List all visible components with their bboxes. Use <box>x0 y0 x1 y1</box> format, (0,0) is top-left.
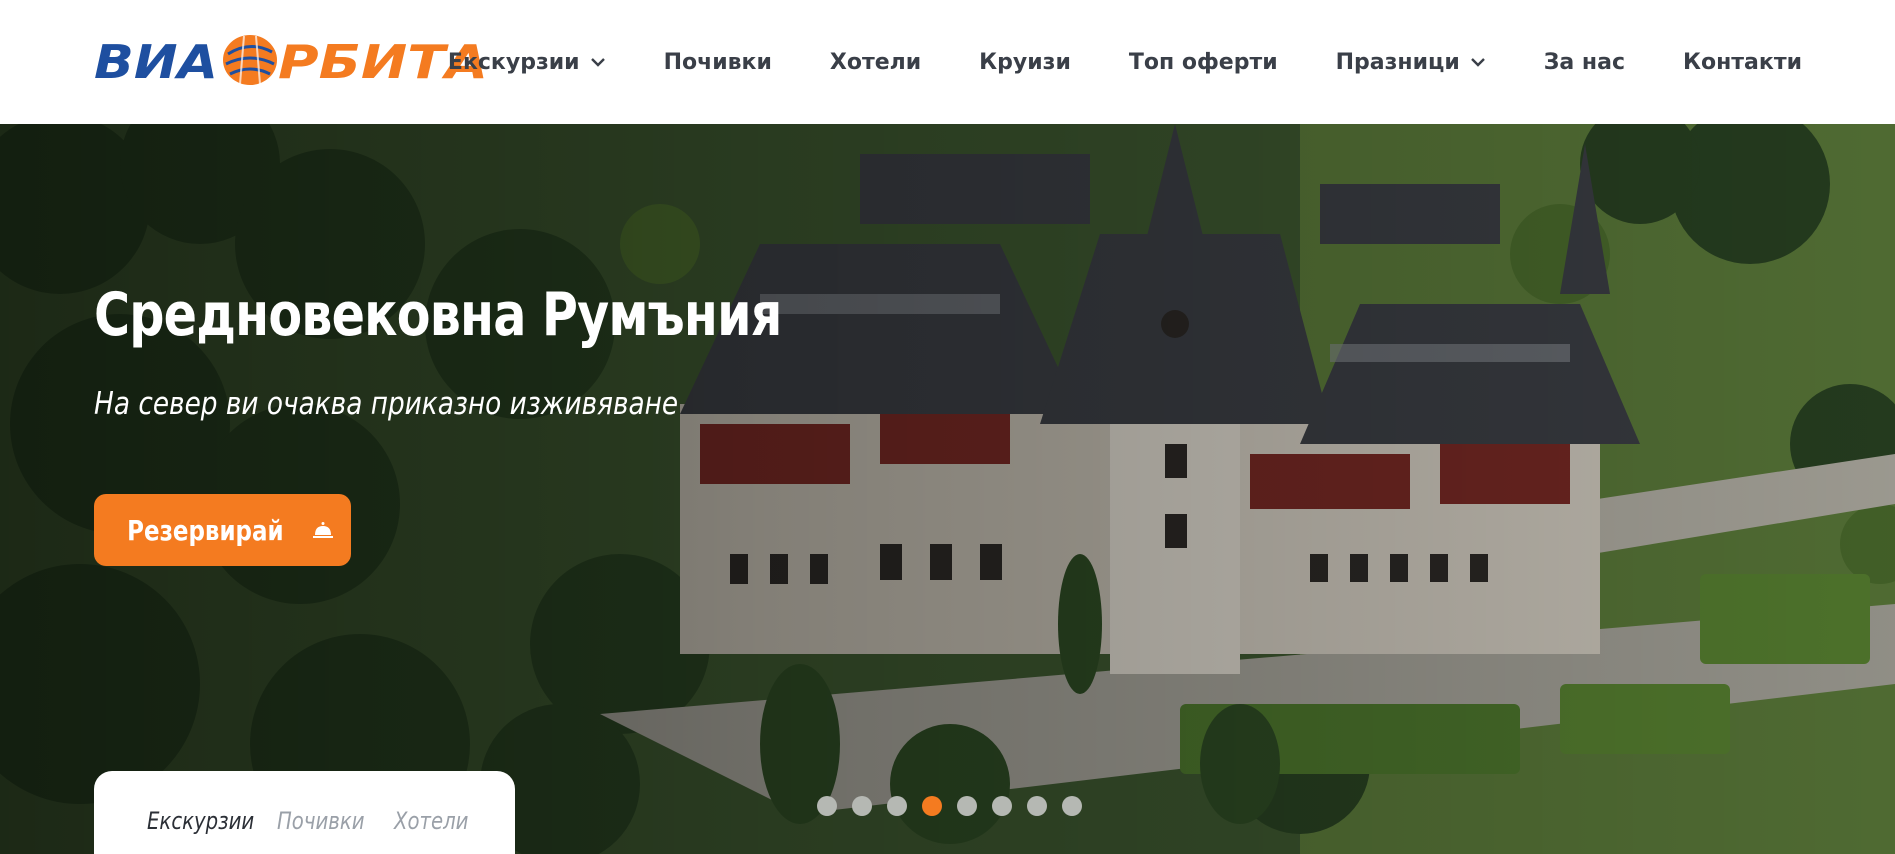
slider-dot[interactable] <box>852 796 872 816</box>
site-header: ВИА РБИТА Екскурзии Почивки Хотели Круиз… <box>0 0 1895 124</box>
slider-dot[interactable] <box>922 796 942 816</box>
logo-text-left: ВИА <box>94 35 218 86</box>
tab-hotels[interactable]: Хотели <box>394 807 468 835</box>
slider-dot[interactable] <box>817 796 837 816</box>
nav-label-top-offers: Топ оферти <box>1128 49 1278 75</box>
nav-item-festive[interactable]: Празници <box>1336 50 1486 75</box>
nav-label-holidays: Почивки <box>663 49 772 75</box>
nav-item-excursions[interactable]: Екскурзии <box>448 50 606 75</box>
tab-holidays[interactable]: Почивки <box>277 807 365 835</box>
bell-icon <box>312 522 333 538</box>
logo-mark: ВИА РБИТА <box>94 35 488 86</box>
hero-background-image <box>0 124 1895 854</box>
nav-item-contacts[interactable]: Контакти <box>1683 50 1802 75</box>
nav-item-holidays[interactable]: Почивки <box>664 50 772 75</box>
hero-slider: Средновековна Румъния На север ви очаква… <box>0 124 1895 854</box>
slider-dot[interactable] <box>957 796 977 816</box>
nav-item-hotels[interactable]: Хотели <box>830 50 921 75</box>
hero-subtitle: На север ви очаква приказно изживяване <box>94 386 679 422</box>
nav-label-about: За нас <box>1543 49 1625 75</box>
slider-dot[interactable] <box>1062 796 1082 816</box>
nav-item-about[interactable]: За нас <box>1544 50 1625 75</box>
search-tabs-card: Екскурзии Почивки Хотели <box>94 771 515 854</box>
via-orbita-logo[interactable]: ВИА РБИТА <box>94 34 490 86</box>
book-button-label: Резервирай <box>127 513 284 547</box>
nav-item-top-offers[interactable]: Топ оферти <box>1129 50 1278 75</box>
nav-label-excursions: Екскурзии <box>447 49 580 75</box>
slider-dots <box>817 796 1082 816</box>
nav-label-festive: Празници <box>1335 49 1460 75</box>
tab-excursions[interactable]: Екскурзии <box>147 807 254 835</box>
nav-label-hotels: Хотели <box>829 49 922 75</box>
main-nav: Екскурзии Почивки Хотели Круизи Топ офер… <box>448 0 1802 124</box>
slider-dot[interactable] <box>1027 796 1047 816</box>
nav-label-contacts: Контакти <box>1683 49 1802 75</box>
book-button[interactable]: Резервирай <box>94 494 351 566</box>
slider-dot[interactable] <box>992 796 1012 816</box>
hero-title: Средновековна Румъния <box>94 280 782 350</box>
chevron-down-icon <box>590 58 605 67</box>
chevron-down-icon <box>1470 58 1485 67</box>
nav-label-cruises: Круизи <box>979 49 1071 75</box>
nav-item-cruises[interactable]: Круизи <box>979 50 1071 75</box>
slider-dot[interactable] <box>887 796 907 816</box>
